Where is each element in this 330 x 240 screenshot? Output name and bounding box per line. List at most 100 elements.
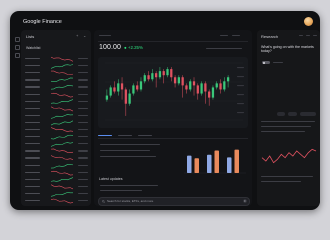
y-tick-label bbox=[237, 85, 244, 87]
bar-chart-svg bbox=[184, 149, 246, 174]
watchlist-item-value bbox=[78, 93, 88, 95]
watchlist-item[interactable] bbox=[25, 198, 88, 204]
lists-panel: Lists + ⌄ Watchlist bbox=[21, 30, 91, 206]
candle-body bbox=[143, 75, 146, 82]
latest-updates-title: Latest updates bbox=[99, 177, 123, 181]
tab-news[interactable] bbox=[118, 135, 132, 137]
candle-body bbox=[166, 69, 169, 76]
sparkline bbox=[51, 148, 73, 154]
candle-body bbox=[124, 89, 127, 104]
watchlist-item[interactable] bbox=[25, 92, 88, 98]
watchlist-item[interactable] bbox=[25, 127, 88, 133]
bar bbox=[207, 154, 212, 173]
watchlist-item[interactable] bbox=[25, 134, 88, 140]
watchlist-item[interactable] bbox=[25, 56, 88, 62]
watchlist-item[interactable] bbox=[25, 113, 88, 119]
watchlist-item[interactable] bbox=[25, 184, 88, 190]
watchlist-item[interactable] bbox=[25, 191, 88, 197]
watchlist-item-value bbox=[78, 65, 88, 67]
watchlist-item[interactable] bbox=[25, 98, 88, 105]
news-stub[interactable] bbox=[100, 190, 142, 192]
watchlist-item[interactable] bbox=[25, 176, 88, 183]
chip[interactable] bbox=[277, 112, 285, 116]
add-list-button[interactable]: + bbox=[76, 33, 78, 38]
lists-menu-button[interactable]: ⌄ bbox=[83, 33, 86, 38]
price: 100.00 bbox=[99, 44, 122, 51]
header-action-stub[interactable] bbox=[220, 35, 228, 37]
watchlist-item-value bbox=[78, 157, 88, 159]
watchlist-item-name bbox=[25, 200, 40, 202]
candle-body bbox=[105, 95, 109, 100]
bar bbox=[194, 158, 199, 173]
research-line-chart bbox=[261, 148, 317, 164]
watchlist-item[interactable] bbox=[25, 70, 88, 76]
watchlist-item[interactable] bbox=[25, 120, 88, 126]
text-stub bbox=[261, 181, 301, 183]
sparkline bbox=[51, 198, 73, 204]
candle-body bbox=[177, 77, 180, 84]
news-stub[interactable] bbox=[100, 185, 158, 187]
chip[interactable] bbox=[300, 112, 316, 116]
sparkline bbox=[51, 176, 73, 182]
header-action-stub[interactable] bbox=[232, 35, 240, 37]
search-bar[interactable]: Search for stocks, ETFs, and more bbox=[98, 197, 250, 206]
watchlist-item[interactable] bbox=[25, 77, 88, 83]
candle-body bbox=[117, 83, 120, 92]
tab-overview[interactable] bbox=[98, 135, 112, 137]
research-toggle[interactable] bbox=[262, 61, 270, 64]
text-stub bbox=[261, 121, 315, 123]
price-change: ● +2.25% bbox=[124, 45, 143, 50]
text-stub bbox=[100, 150, 150, 152]
watchlist-item[interactable] bbox=[25, 163, 88, 169]
range-selector-stub[interactable] bbox=[206, 48, 242, 50]
research-line bbox=[261, 148, 317, 164]
candle-body bbox=[139, 81, 143, 90]
search-input[interactable]: Search for stocks, ETFs, and more bbox=[107, 199, 153, 203]
sparkline-line bbox=[51, 198, 73, 204]
sparkline-line bbox=[51, 148, 73, 154]
candle-body bbox=[223, 81, 226, 90]
watchlist-item[interactable] bbox=[25, 170, 88, 176]
candle-body bbox=[155, 73, 158, 78]
watchlist-item[interactable] bbox=[25, 155, 88, 161]
text-stub bbox=[261, 126, 311, 128]
sparkline-line bbox=[51, 64, 73, 69]
candle-body bbox=[204, 83, 207, 92]
watchlist-item[interactable] bbox=[25, 106, 88, 112]
sparkline bbox=[51, 155, 73, 161]
watchlist-item-value bbox=[78, 100, 88, 102]
share-icon[interactable] bbox=[299, 35, 303, 37]
sparkline-line bbox=[51, 184, 73, 190]
y-tick-label bbox=[237, 94, 244, 96]
sparkline bbox=[51, 127, 73, 132]
bookmark-icon[interactable] bbox=[15, 53, 20, 58]
watchlist-item-name bbox=[25, 100, 40, 102]
send-icon[interactable] bbox=[243, 199, 247, 204]
chip[interactable] bbox=[288, 112, 297, 116]
watchlist-item-name bbox=[25, 79, 40, 81]
text-stub bbox=[100, 156, 156, 158]
candle-body bbox=[189, 81, 192, 90]
sparkline-line bbox=[51, 85, 73, 90]
candle-body bbox=[113, 87, 116, 92]
watchlist-item-value bbox=[78, 114, 88, 117]
sparkline bbox=[51, 106, 73, 112]
bar bbox=[214, 150, 219, 173]
expand-icon[interactable] bbox=[313, 35, 317, 37]
watchlist-item[interactable] bbox=[25, 148, 88, 154]
watchlist-item[interactable] bbox=[25, 84, 88, 90]
avatar[interactable] bbox=[304, 17, 313, 26]
sparkline-line bbox=[51, 163, 73, 168]
watchlist-item[interactable] bbox=[25, 63, 88, 69]
sparkline bbox=[51, 92, 73, 97]
candle-body bbox=[226, 77, 230, 82]
sparkline-line bbox=[51, 92, 73, 97]
tab-financials[interactable] bbox=[138, 135, 152, 137]
price-chart[interactable] bbox=[98, 57, 248, 128]
watchlist-item[interactable] bbox=[25, 141, 88, 147]
explore-icon[interactable] bbox=[15, 45, 20, 50]
watchlist-item-value bbox=[78, 178, 88, 180]
edit-icon[interactable] bbox=[306, 35, 310, 37]
watchlist-item-value bbox=[78, 200, 88, 202]
home-icon[interactable] bbox=[15, 37, 20, 42]
